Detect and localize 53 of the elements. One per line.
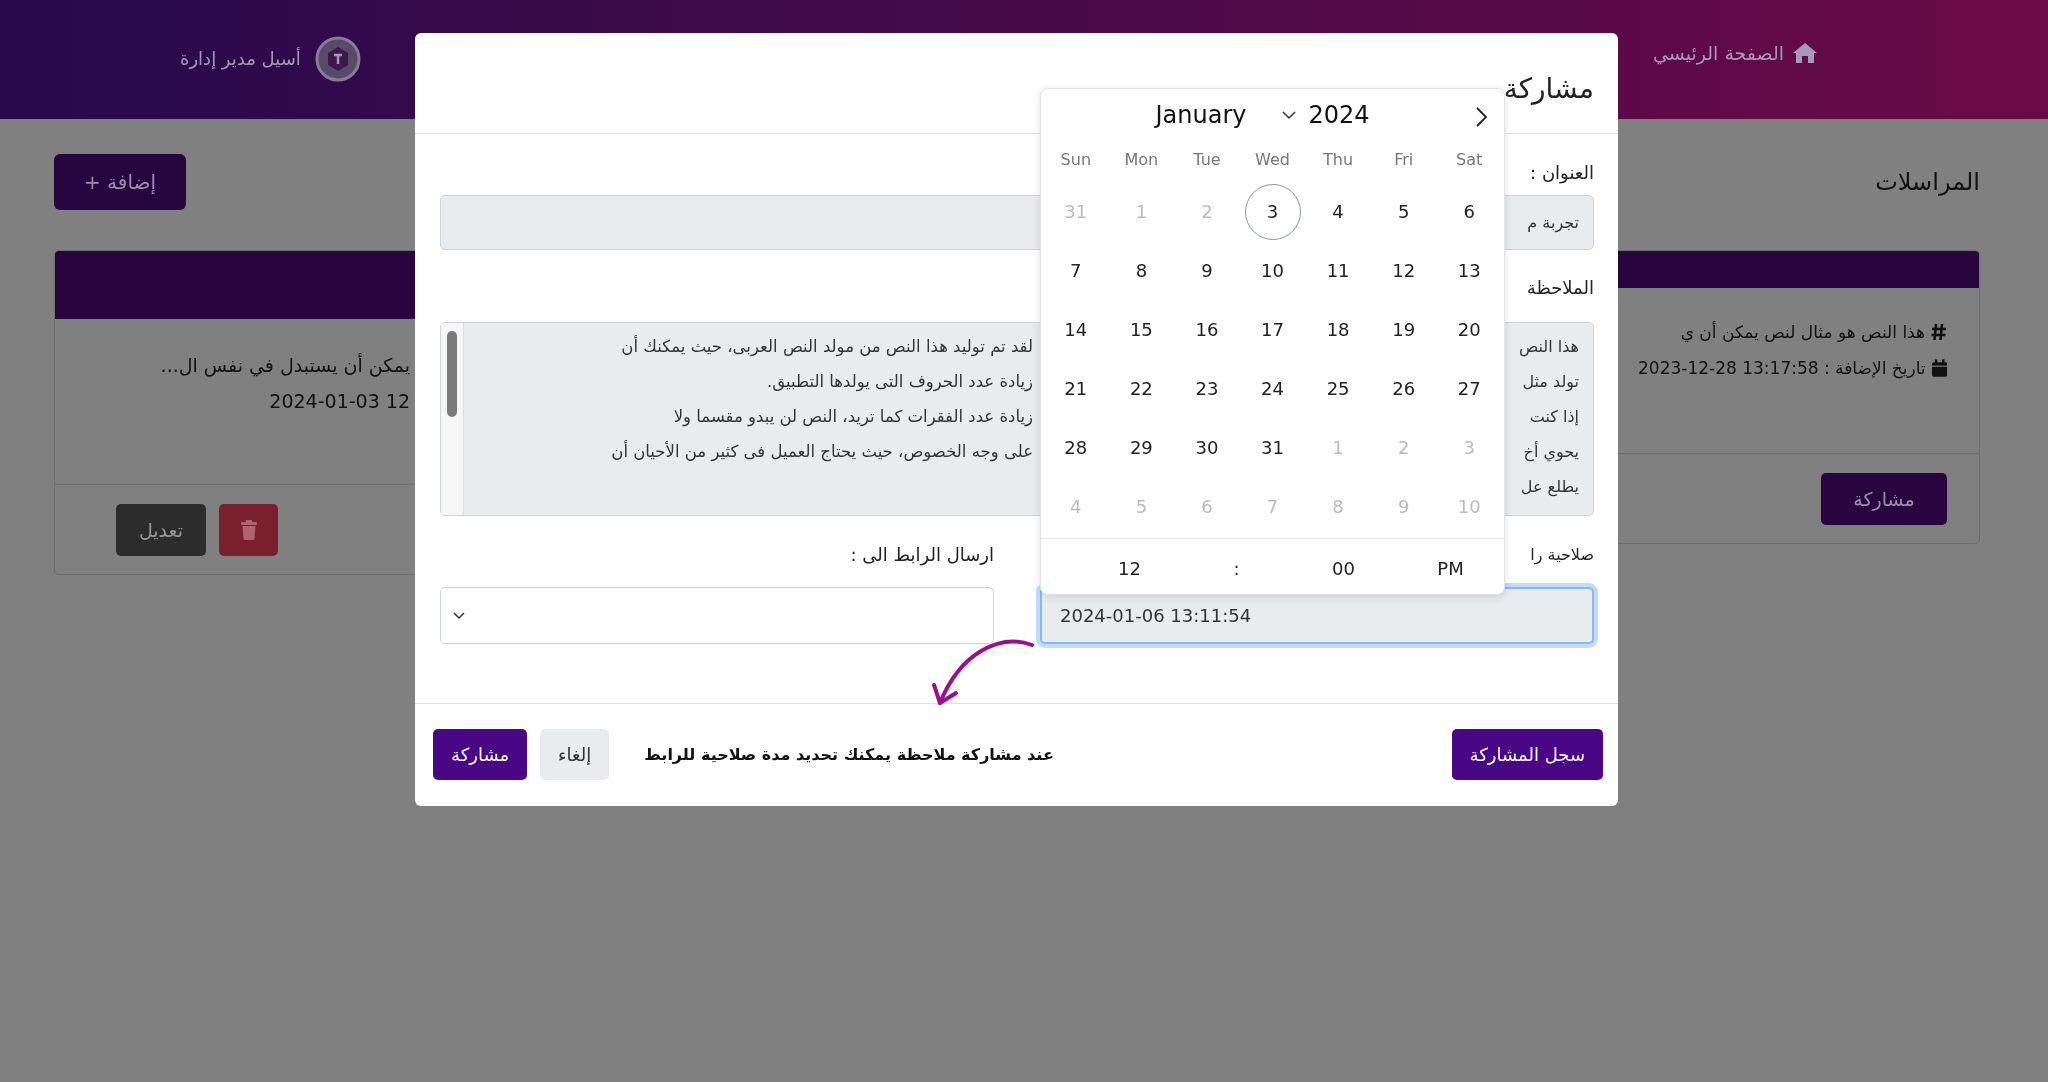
hour-field[interactable]: 12 bbox=[1118, 557, 1141, 579]
trash-icon bbox=[240, 519, 257, 540]
card-text: هذا النص هو مثال لنص يمكن أن ي bbox=[1680, 322, 1925, 342]
page-title: المراسلات bbox=[1875, 168, 1980, 196]
calendar-day[interactable]: 23 bbox=[1178, 360, 1235, 417]
weekday-label: Wed bbox=[1255, 149, 1290, 169]
next-month-icon[interactable] bbox=[1476, 107, 1488, 127]
card-text: 2023-12-28 13:17:58 : تاريخ الإضافة bbox=[1638, 358, 1926, 378]
month-select[interactable]: January bbox=[1155, 101, 1247, 129]
footer-note: عند مشاركة ملاحظة يمكنك تحديد مدة صلاحية للرابط bbox=[644, 745, 1054, 764]
calendar-day[interactable]: 24 bbox=[1244, 360, 1301, 417]
share-button[interactable]: مشاركة bbox=[1821, 472, 1947, 525]
calendar-day[interactable]: 27 bbox=[1441, 360, 1498, 417]
calendar-day[interactable]: 31 bbox=[1244, 419, 1301, 476]
field-label: ارسال الرابط الى : bbox=[850, 544, 994, 565]
calendar-day[interactable]: 21 bbox=[1047, 360, 1104, 417]
calendar-day[interactable]: 22 bbox=[1113, 360, 1170, 417]
dialog-title: مشاركة bbox=[1503, 70, 1594, 105]
minute-field[interactable]: 00 bbox=[1332, 557, 1355, 579]
calendar-day[interactable]: 29 bbox=[1113, 419, 1170, 476]
home-link[interactable]: الصفحة الرئيسي bbox=[1653, 41, 1784, 64]
avatar-icon bbox=[314, 35, 361, 82]
add-button[interactable]: إضافة + bbox=[54, 154, 186, 210]
year-field[interactable]: 2024 bbox=[1308, 101, 1370, 129]
card-text: يمكن أن يستبدل في نفس ال... bbox=[160, 354, 410, 376]
period-field[interactable]: PM bbox=[1437, 557, 1464, 579]
calendar-day[interactable]: 28 bbox=[1047, 419, 1104, 476]
weekday-label: Sat bbox=[1456, 149, 1483, 169]
card-text: 2024-01-03 12 bbox=[269, 390, 410, 412]
action-button[interactable]: سجل المشاركة bbox=[1451, 729, 1603, 780]
calendar-day[interactable]: 25 bbox=[1310, 360, 1367, 417]
chevron-down-icon[interactable] bbox=[1282, 110, 1297, 120]
cancel-button[interactable]: إلغاء bbox=[540, 729, 610, 780]
weekday-label: Tue bbox=[1193, 149, 1221, 169]
scrollbar[interactable] bbox=[441, 323, 464, 515]
field-label: العنوان : bbox=[1530, 162, 1594, 183]
weekday-label: Thu bbox=[1323, 149, 1354, 169]
weekday-label: Sun bbox=[1060, 149, 1091, 169]
calendar-icon bbox=[1931, 359, 1947, 377]
edit-button[interactable]: تعديل bbox=[116, 503, 206, 556]
field-label: صلاحية را bbox=[1530, 545, 1594, 564]
user-name[interactable]: أسيل مدير إدارة bbox=[180, 48, 301, 69]
weekday-label: Mon bbox=[1124, 149, 1159, 169]
home-icon bbox=[1792, 41, 1818, 64]
calendar-day[interactable]: 30 bbox=[1178, 419, 1235, 476]
calendar-day[interactable]: 26 bbox=[1375, 360, 1432, 417]
hash-icon bbox=[1931, 323, 1947, 341]
delete-button[interactable] bbox=[219, 503, 278, 556]
weekday-label: Fri bbox=[1394, 149, 1414, 169]
chevron-down-icon bbox=[453, 611, 465, 620]
time-separator: : bbox=[1233, 557, 1240, 579]
field-label: الملاحظة bbox=[1526, 277, 1594, 298]
action-button[interactable]: مشاركة bbox=[433, 729, 528, 780]
